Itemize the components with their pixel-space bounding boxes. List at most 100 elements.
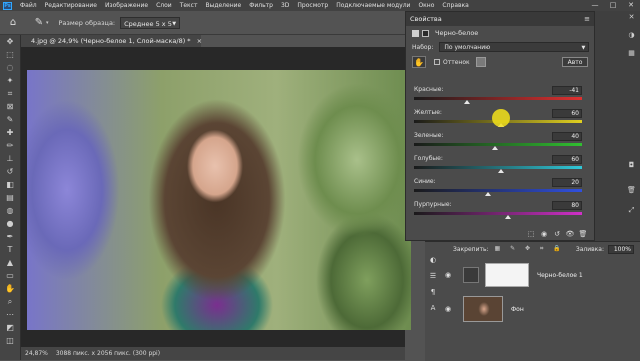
slider-thumb[interactable] [491, 146, 498, 150]
slider-thumb[interactable] [484, 192, 491, 196]
maximize-button[interactable]: □ [604, 0, 622, 11]
layer-thumbnail[interactable] [463, 296, 503, 322]
slider-value-input[interactable]: 80 [552, 201, 582, 210]
slider-thumb[interactable] [464, 100, 471, 104]
menu-item[interactable]: 3D [277, 0, 293, 11]
tint-checkbox[interactable] [434, 59, 440, 65]
hand-tool-icon[interactable]: ✋ [0, 282, 20, 295]
document-info: 3088 пикс. x 2056 пикс. (300 ppi) [55, 350, 161, 357]
menu-item[interactable]: Окно [414, 0, 438, 11]
visibility-eye-icon[interactable]: 👁 [565, 229, 575, 239]
layer-name[interactable]: Фон [511, 306, 524, 313]
canvas-area[interactable] [21, 47, 411, 347]
layer-row-background[interactable]: ◉ Фон [425, 294, 640, 324]
layer-row-adjustment[interactable]: ◉ Черно-белое 1 [425, 260, 640, 290]
shape-tool-icon[interactable]: ▭ [0, 269, 20, 282]
layer-name[interactable]: Черно-белое 1 [537, 272, 583, 279]
slider-track[interactable] [414, 143, 582, 146]
adjustment-layer-icon[interactable] [412, 29, 419, 37]
menu-item[interactable]: Выделение [201, 0, 245, 11]
photoshop-logo[interactable]: Ps [3, 1, 12, 10]
fill-input[interactable]: 100% [608, 244, 634, 254]
blur-tool-icon[interactable]: ◍ [0, 204, 20, 217]
lock-options-icons[interactable]: ▦ ✎ ✥ ⌗ 🔒 [495, 245, 565, 253]
slider-value-input[interactable]: -41 [552, 86, 582, 95]
slider-track[interactable] [414, 97, 582, 100]
slider-thumb[interactable] [498, 169, 505, 173]
slider-thumb[interactable] [505, 215, 512, 219]
layer-mask-thumbnail[interactable] [485, 263, 529, 287]
menu-item[interactable]: Файл [16, 0, 41, 11]
tint-color-swatch[interactable] [475, 57, 486, 67]
color-panel-icon[interactable]: ◑ [627, 31, 636, 39]
swatches-panel-icon[interactable]: ▦ [627, 49, 636, 57]
sample-size-label: Размер образца: [58, 18, 116, 27]
adjustment-thumbnail[interactable] [463, 267, 479, 283]
move-tool-icon[interactable]: ✥ [0, 35, 20, 48]
slider-value-input[interactable]: 60 [552, 155, 582, 164]
gradient-tool-icon[interactable]: ▤ [0, 191, 20, 204]
delete-icon[interactable]: 🗑 [578, 229, 588, 239]
zoom-tool-icon[interactable]: ⌕ [0, 295, 20, 308]
view-previous-icon[interactable]: ◉ [539, 229, 549, 239]
lasso-tool-icon[interactable]: ◌ [0, 61, 20, 74]
close-document-icon[interactable]: × [197, 37, 202, 45]
clip-to-layer-icon[interactable]: ⬚ [526, 229, 536, 239]
tools-panel: ✥ ⬚ ◌ ✦ ⌗ ⊠ ✎ ✚ ✏ ⊥ ↺ ◧ ▤ ◍ ● ✒ T ▲ ▭ ✋ … [0, 35, 21, 360]
dodge-tool-icon[interactable]: ● [0, 217, 20, 230]
quick-select-tool-icon[interactable]: ✦ [0, 74, 20, 87]
history-brush-icon[interactable]: ↺ [0, 165, 20, 178]
fill-label: Заливка: [575, 245, 604, 253]
close-panel-icon[interactable]: ✕ [627, 13, 636, 21]
sample-size-select[interactable]: Среднее 5 х 5 ▼ [120, 16, 181, 29]
menu-item[interactable]: Текст [176, 0, 202, 11]
mask-icon[interactable] [422, 29, 429, 37]
slider-track[interactable] [414, 189, 582, 192]
type-tool-icon[interactable]: T [0, 243, 20, 256]
close-window-button[interactable]: ✕ [622, 0, 640, 11]
quick-mask-icon[interactable]: ◫ [0, 334, 20, 347]
pen-tool-icon[interactable]: ✒ [0, 230, 20, 243]
camera-icon[interactable]: ◘ [627, 161, 636, 169]
slider-label: Синие: [414, 178, 436, 185]
menu-item[interactable]: Редактирование [41, 0, 101, 11]
frame-tool-icon[interactable]: ⊠ [0, 100, 20, 113]
stamp-tool-icon[interactable]: ⊥ [0, 152, 20, 165]
slider-track[interactable] [414, 212, 582, 215]
menu-item[interactable]: Фильтр [245, 0, 277, 11]
reset-icon[interactable]: ↺ [552, 229, 562, 239]
expand-panel-icon[interactable]: ⤢ [627, 206, 636, 214]
layer-visibility-eye-icon[interactable]: ◉ [445, 305, 457, 313]
slider-value-input[interactable]: 60 [552, 109, 582, 118]
slider-value-input[interactable]: 20 [552, 178, 582, 187]
crop-tool-icon[interactable]: ⌗ [0, 87, 20, 100]
minimize-button[interactable]: — [586, 0, 604, 11]
path-select-tool-icon[interactable]: ▲ [0, 256, 20, 269]
document-image[interactable] [27, 70, 411, 330]
more-tools-icon[interactable]: ⋯ [0, 308, 20, 321]
menu-item[interactable]: Подключаемые модули [332, 0, 414, 11]
menu-item[interactable]: Изображение [101, 0, 152, 11]
home-icon[interactable]: ⌂ [6, 16, 20, 30]
slider-row: Пурпурные: 80 [414, 201, 586, 221]
eyedropper-tool-icon[interactable]: ✎ [0, 113, 20, 126]
document-tab[interactable]: 4.jpg @ 24,9% (Черно-белое 1, Слой-маска… [21, 35, 202, 47]
slider-value-input[interactable]: 40 [552, 132, 582, 141]
menu-item[interactable]: Просмотр [293, 0, 332, 11]
menu-item[interactable]: Слои [152, 0, 176, 11]
eraser-tool-icon[interactable]: ◧ [0, 178, 20, 191]
panel-menu-icon[interactable]: ≡ [584, 15, 590, 23]
targeted-adjustment-hand-icon[interactable]: ✋ [412, 56, 426, 68]
color-swatches-icon[interactable]: ◩ [0, 321, 20, 334]
healing-tool-icon[interactable]: ✚ [0, 126, 20, 139]
brush-tool-icon[interactable]: ✏ [0, 139, 20, 152]
auto-button[interactable]: Авто [562, 57, 588, 67]
zoom-level[interactable]: 24,87% [25, 350, 48, 357]
tool-dropdown-arrow-icon[interactable]: ▾ [46, 20, 49, 26]
menu-item[interactable]: Справка [438, 0, 472, 11]
layer-visibility-eye-icon[interactable]: ◉ [445, 271, 457, 279]
preset-select[interactable]: По умолчанию ▼ [439, 42, 590, 52]
marquee-tool-icon[interactable]: ⬚ [0, 48, 20, 61]
delete-layer-icon[interactable]: 🗑 [627, 186, 636, 194]
eyedropper-icon[interactable]: ✎ [32, 16, 46, 30]
